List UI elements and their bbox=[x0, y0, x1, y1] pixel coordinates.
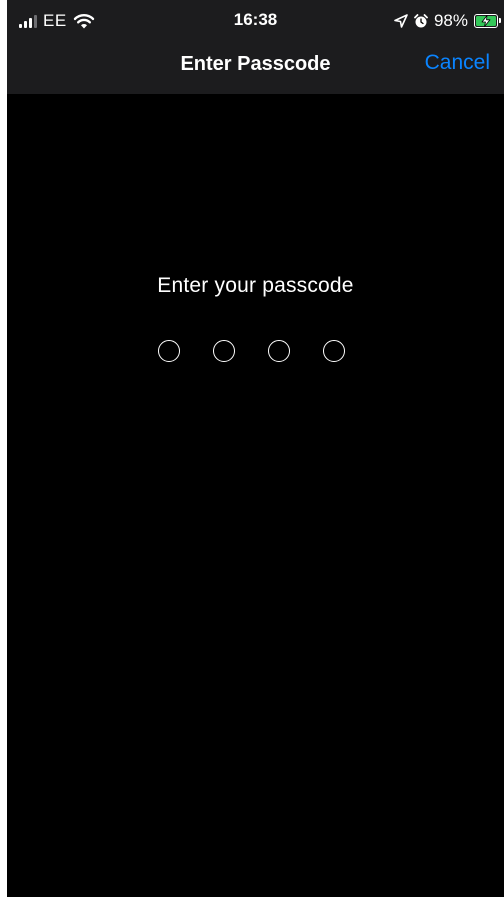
passcode-prompt: Enter your passcode bbox=[157, 274, 354, 297]
passcode-dot bbox=[213, 340, 235, 362]
navigation-bar: Enter Passcode Cancel bbox=[7, 40, 504, 94]
battery-percent: 98% bbox=[433, 11, 468, 30]
location-icon bbox=[394, 14, 408, 28]
passcode-dot bbox=[158, 340, 180, 362]
passcode-dot bbox=[323, 340, 345, 362]
alarm-icon bbox=[414, 13, 428, 27]
passcode-dot bbox=[268, 340, 290, 362]
charging-bolt-icon bbox=[481, 15, 491, 27]
passcode-screen: EE 16:38 98% Enter Passcode Cancel Enter… bbox=[7, 0, 504, 897]
status-right: 98% bbox=[394, 10, 501, 32]
battery-icon bbox=[474, 14, 501, 28]
cancel-button[interactable]: Cancel bbox=[425, 51, 490, 75]
battery-nub bbox=[499, 18, 501, 23]
status-bar: EE 16:38 98% bbox=[7, 0, 504, 40]
passcode-dots bbox=[158, 340, 345, 362]
